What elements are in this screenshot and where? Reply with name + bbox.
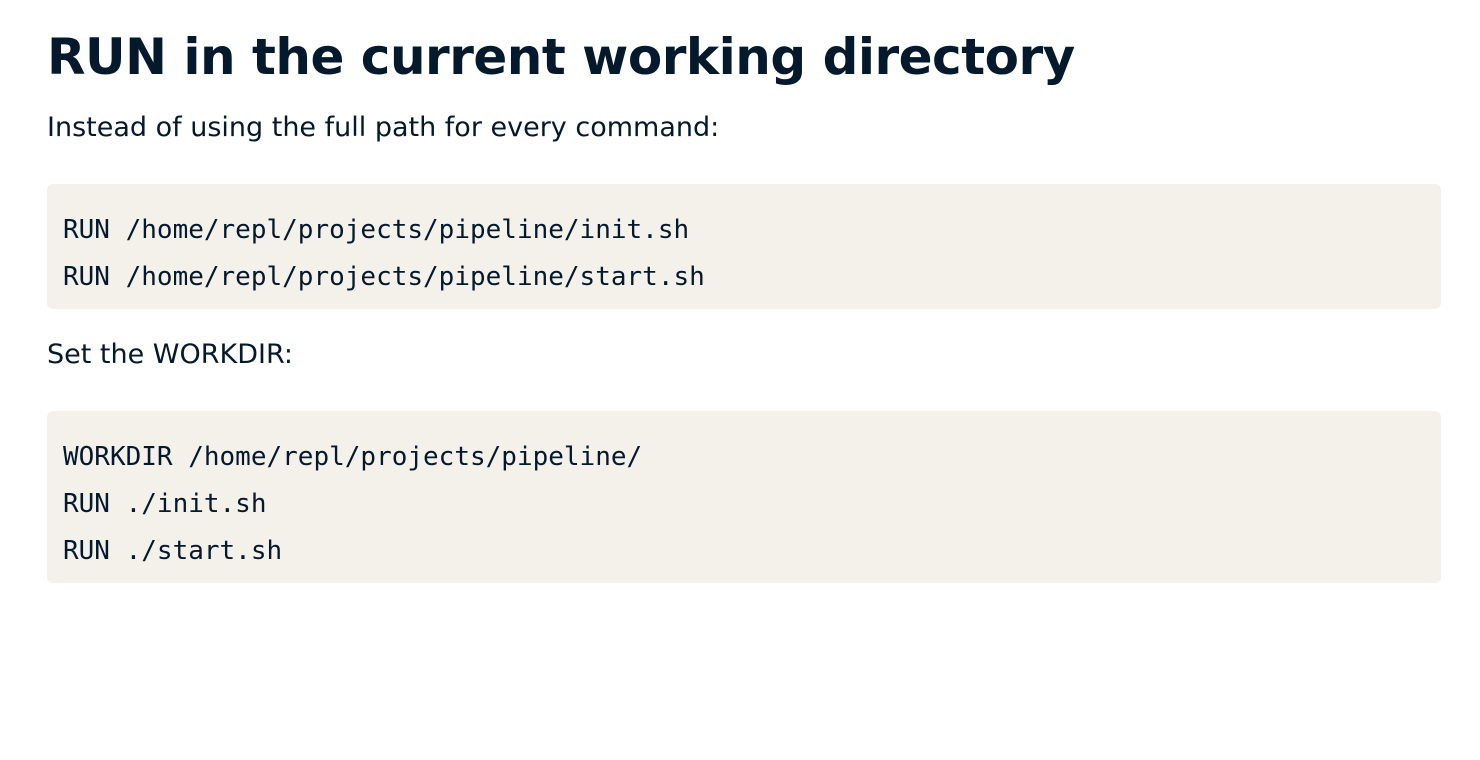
code-block-full-path: RUN /home/repl/projects/pipeline/init.sh… xyxy=(47,184,1441,309)
workdir-paragraph: Set the WORKDIR: xyxy=(47,339,294,370)
code-line: RUN /home/repl/projects/pipeline/start.s… xyxy=(63,262,705,292)
code-line: WORKDIR /home/repl/projects/pipeline/ xyxy=(63,442,643,472)
page-title: RUN in the current working directory xyxy=(47,28,1075,86)
code-line: RUN ./init.sh xyxy=(63,489,267,519)
code-line: RUN ./start.sh xyxy=(63,536,283,566)
code-line: RUN /home/repl/projects/pipeline/init.sh xyxy=(63,215,690,245)
intro-paragraph: Instead of using the full path for every… xyxy=(47,112,720,143)
code-block-workdir: WORKDIR /home/repl/projects/pipeline/ RU… xyxy=(47,411,1441,583)
